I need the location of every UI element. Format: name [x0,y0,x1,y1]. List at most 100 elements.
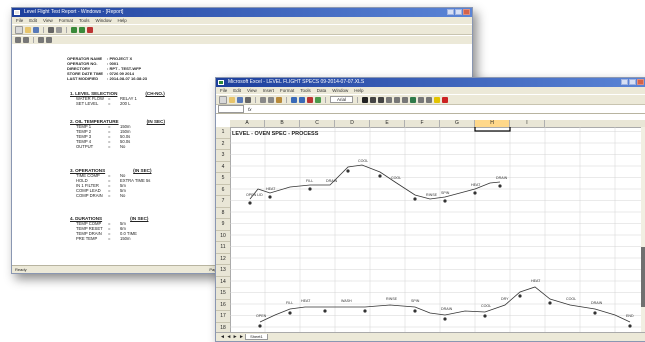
active-cell[interactable] [474,127,511,132]
scrollbar-thumb[interactable] [641,247,645,307]
bold-icon[interactable] [362,96,369,103]
spreadsheet-window[interactable]: Microsoft Excel - LEVEL FLIGHT SPECS 09-… [215,77,645,342]
menu-tools[interactable]: Tools [79,17,90,24]
menu-edit[interactable]: Edit [233,87,241,94]
row-header[interactable]: 1 [216,127,230,139]
tab-nav-icon[interactable]: ◄ ◄ ► ► [220,334,244,340]
prev-page-icon[interactable] [23,37,29,43]
row-header[interactable]: 13 [216,265,230,277]
italic-icon[interactable] [370,96,377,103]
column-header-e[interactable]: E [370,120,405,127]
new-icon[interactable] [219,95,227,104]
row-header[interactable]: 8 [216,208,230,219]
percent-icon[interactable] [418,96,425,103]
row-header[interactable]: 3 [216,150,230,162]
row-header[interactable]: 17 [216,311,230,323]
close-button[interactable] [637,79,644,85]
row-header[interactable]: 14 [216,277,230,288]
minimize-button[interactable] [621,79,628,85]
open-icon[interactable] [25,26,31,33]
align-left-icon[interactable] [386,96,393,103]
row-header[interactable]: 4 [216,162,230,173]
row-header[interactable]: 12 [216,254,230,265]
menu-help[interactable]: Help [354,87,363,94]
sheet-menubar: File Edit View Insert Format Tools Data … [216,87,645,94]
preview-icon[interactable] [56,26,62,33]
formula-bar[interactable]: fx [216,105,645,114]
bottom-trace-marker [483,314,487,318]
underline-icon[interactable] [378,96,385,103]
minimize-button[interactable] [447,9,454,15]
name-box[interactable] [218,105,244,113]
chart-icon[interactable] [315,96,321,103]
menu-format[interactable]: Format [280,87,294,94]
column-header-i[interactable]: I [510,120,545,127]
menu-window[interactable]: Window [96,17,112,24]
borders-icon[interactable] [426,96,433,103]
tab-sheet1[interactable]: Sheet1 [245,334,268,340]
next-page-icon[interactable] [38,37,44,43]
zoom-icon[interactable] [46,37,52,43]
open-icon[interactable] [229,96,235,103]
save-icon[interactable] [33,26,39,33]
row-header[interactable]: 15 [216,288,230,300]
new-icon[interactable] [15,25,23,34]
vertical-scrollbar[interactable] [641,127,645,333]
menu-format[interactable]: Format [59,17,73,24]
row-header[interactable]: 10 [216,231,230,242]
column-header-h[interactable]: H [475,120,510,127]
menu-data[interactable]: Data [317,87,327,94]
row-header[interactable]: 6 [216,185,230,196]
back-icon[interactable] [71,26,77,33]
report-toolbar [12,24,472,35]
column-header-g[interactable]: G [440,120,475,127]
print-icon[interactable] [48,26,54,33]
column-header-a[interactable]: A [230,120,265,127]
row-header[interactable]: 9 [216,219,230,231]
menu-file[interactable]: File [16,17,23,24]
row-header[interactable]: 11 [216,242,230,254]
forward-icon[interactable] [79,26,85,33]
save-icon[interactable] [237,96,243,103]
cell-grid[interactable]: LEVEL - OVEN SPEC - PROCESS OPEN LID HEAT… [230,127,645,337]
undo-icon[interactable] [291,96,297,103]
row-header[interactable]: 16 [216,300,230,311]
fill-color-icon[interactable] [434,96,441,103]
currency-icon[interactable] [410,96,417,103]
print-icon[interactable] [245,96,251,103]
menu-edit[interactable]: Edit [29,17,37,24]
maximize-button[interactable] [455,9,462,15]
row-header[interactable]: 2 [216,139,230,150]
maximize-button[interactable] [629,79,636,85]
autosum-icon[interactable] [307,96,313,103]
font-name-select[interactable]: Arial [330,96,354,103]
align-center-icon[interactable] [394,96,401,103]
menu-window[interactable]: Window [332,87,348,94]
report-titlebar[interactable]: Level Flight Test Report - Windows - [Re… [12,8,472,17]
column-header-d[interactable]: D [335,120,370,127]
top-step-label: SPIN [441,191,450,195]
sheet-titlebar[interactable]: Microsoft Excel - LEVEL FLIGHT SPECS 09-… [216,78,645,87]
paste-icon[interactable] [276,96,282,103]
close-button[interactable] [463,9,470,15]
column-header-f[interactable]: F [405,120,440,127]
font-color-icon[interactable] [442,96,449,103]
menu-insert[interactable]: Insert [263,87,274,94]
menu-help[interactable]: Help [118,17,127,24]
menu-view[interactable]: View [247,87,257,94]
redo-icon[interactable] [299,96,305,103]
align-right-icon[interactable] [402,96,409,103]
copy-icon[interactable] [268,96,274,103]
stop-icon[interactable] [87,26,93,33]
menu-file[interactable]: File [220,87,227,94]
menu-tools[interactable]: Tools [300,87,311,94]
report-section-durations: 4. DURATIONS (IN SEC) TEMP COMP = 5m TEMP R… [70,216,149,241]
menu-view[interactable]: View [43,17,53,24]
row-header[interactable]: 7 [216,196,230,208]
column-header-b[interactable]: B [265,120,300,127]
column-header-c[interactable]: C [300,120,335,127]
cut-icon[interactable] [260,96,266,103]
window-controls [621,79,644,85]
row-header[interactable]: 5 [216,173,230,185]
first-page-icon[interactable] [15,37,21,43]
